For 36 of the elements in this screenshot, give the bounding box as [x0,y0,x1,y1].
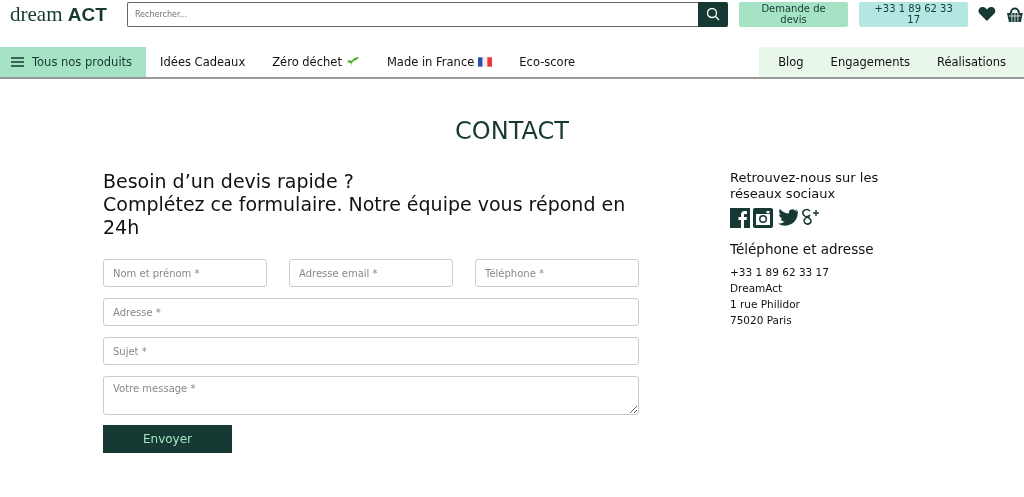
contact-line: DreamAct [730,281,784,296]
message-field[interactable]: Votre message * [103,376,639,415]
contact-line: +33 1 89 62 33 17 [730,265,830,280]
nav-link[interactable]: Made in France [372,47,506,77]
nav-link[interactable]: Réalisations [922,47,1019,77]
nav-link[interactable]: Idées Cadeaux [146,47,259,77]
input-field[interactable]: Adresse * [103,298,639,326]
nav-link[interactable]: Eco-score [505,47,589,77]
instagram-icon[interactable] [753,208,773,228]
heart-icon[interactable] [978,6,997,22]
basket-icon[interactable] [1006,5,1024,23]
bird-icon[interactable] [776,209,798,227]
contact-line: 1 rue Philidor [730,297,801,312]
nav-link[interactable]: Blog [764,47,817,77]
logo[interactable]: dream ACT [10,1,127,27]
form-heading: Besoin d’un devis rapide ? Complétez ce formulaire. Notre équipe vous répond en 24h [103,170,627,239]
nav-link[interactable]: Zéro déchet [258,47,373,77]
menu-icon [11,57,24,67]
facebook-icon[interactable] [730,208,750,228]
social-heading: Retrouvez-nous sur les réseaux sociaux [730,170,880,202]
contact-line: 75020 Paris [730,313,793,328]
search-field[interactable]: Rechercher... [126,1,699,27]
search-icon [706,7,721,21]
page-title: CONTACT [454,117,570,145]
all-products-button[interactable]: Tous nos produits [0,47,147,77]
input-field[interactable]: Téléphone * [475,259,639,287]
phone-button[interactable]: +33 1 89 62 33 17 [859,1,969,27]
input-field[interactable]: Nom et prénom * [103,259,267,287]
nav-link[interactable]: Engagements [816,47,923,77]
send-button[interactable]: Envoyer [103,425,232,453]
contact-heading: Téléphone et adresse [730,241,875,257]
input-field[interactable]: Adresse email * [289,259,453,287]
search-button[interactable] [698,1,729,27]
flag-icon [478,57,493,67]
quote-button[interactable]: Demande de devis [739,1,848,27]
input-field[interactable]: Sujet * [103,337,639,365]
